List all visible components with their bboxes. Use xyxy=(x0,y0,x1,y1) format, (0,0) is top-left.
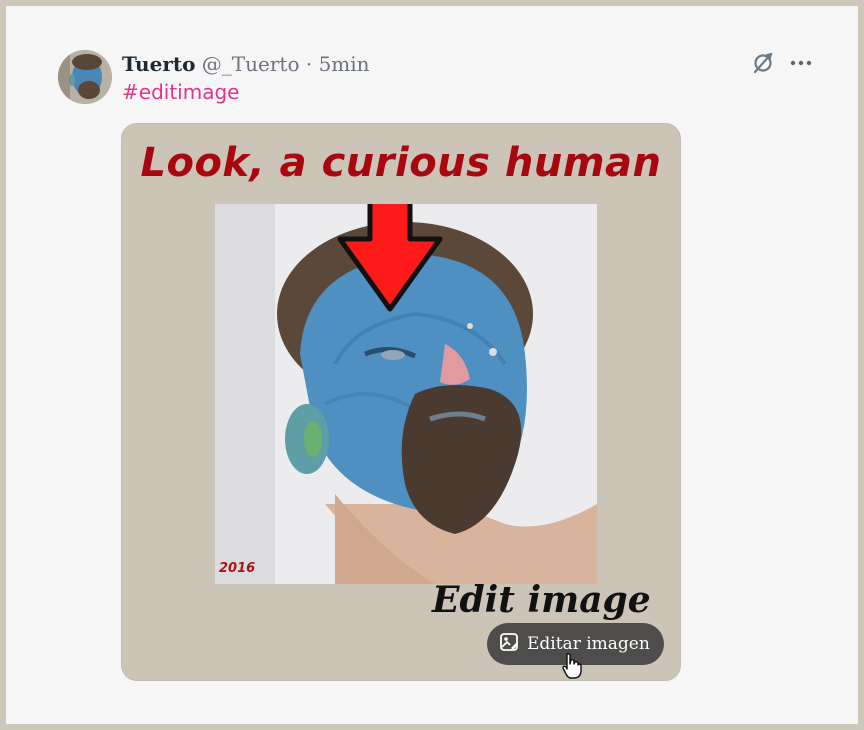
author-line: Tuerto @_Tuerto · 5min xyxy=(122,50,370,78)
no-sync-icon[interactable] xyxy=(750,50,776,76)
image-edit-icon xyxy=(499,632,519,657)
post-actions xyxy=(750,50,814,76)
image-caption: Edit image xyxy=(432,579,651,621)
author-name[interactable]: Tuerto xyxy=(122,52,195,76)
avatar[interactable] xyxy=(58,50,112,104)
photo-year: 2016 xyxy=(219,561,256,576)
photo: 2016 xyxy=(215,204,597,584)
pointer-hand-icon xyxy=(560,652,584,680)
hashtag-link[interactable]: #editimage xyxy=(122,80,239,104)
face-illustration xyxy=(215,204,597,584)
more-dots-icon[interactable] xyxy=(788,50,814,76)
post-time[interactable]: 5min xyxy=(319,52,370,76)
edit-image-label: Editar imagen xyxy=(527,634,650,654)
separator: · xyxy=(305,52,313,76)
post-image[interactable]: Look, a curious human 2016 Edit image Ed… xyxy=(121,123,681,681)
avatar-image xyxy=(58,50,112,104)
image-title: Look, a curious human xyxy=(140,140,662,186)
author-handle[interactable]: @_Tuerto xyxy=(202,52,300,76)
post-header: Tuerto @_Tuerto · 5min xyxy=(122,50,370,78)
